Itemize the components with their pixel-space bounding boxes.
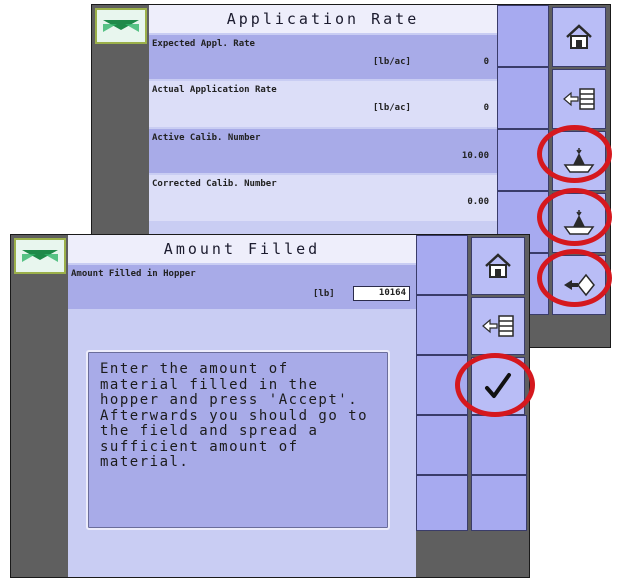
row-unit: [lb/ac] (373, 103, 411, 113)
row-value: 0 (483, 57, 489, 67)
row-unit: [lb] (313, 289, 335, 299)
actual-rate-row[interactable]: Actual Application Rate [lb/ac] 0 (149, 81, 497, 127)
empty-softkey[interactable] (471, 475, 527, 531)
back-button[interactable] (552, 69, 606, 129)
amount-filled-screen: Amount Filled Amount Filled in Hopper [l… (10, 234, 530, 578)
row-value: 0 (483, 103, 489, 113)
amount-filled-panel: Amount Filled Amount Filled in Hopper [l… (68, 235, 416, 577)
empty-softkey[interactable] (471, 415, 527, 475)
row-label: Corrected Calib. Number (152, 179, 277, 189)
highlight-circle (537, 249, 612, 307)
expected-rate-row[interactable]: Expected Appl. Rate [lb/ac] 0 (149, 35, 497, 79)
highlight-circle (537, 125, 612, 183)
back-list-icon (563, 88, 595, 110)
page-title: Amount Filled (68, 235, 416, 263)
active-calib-row[interactable]: Active Calib. Number 10.00 (149, 129, 497, 173)
home-button[interactable] (552, 7, 606, 67)
empty-softkey[interactable] (497, 5, 549, 67)
empty-softkey[interactable] (416, 235, 468, 295)
empty-softkey[interactable] (497, 67, 549, 129)
amount-filled-row[interactable]: Amount Filled in Hopper [lb] 10164 (68, 265, 416, 309)
home-button[interactable] (471, 237, 525, 295)
home-icon (485, 253, 511, 278)
back-button[interactable] (471, 297, 525, 355)
page-title: Application Rate (149, 5, 497, 33)
row-label: Active Calib. Number (152, 133, 261, 143)
row-label: Actual Application Rate (152, 85, 277, 95)
empty-softkey[interactable] (416, 475, 468, 531)
row-label: Expected Appl. Rate (152, 39, 255, 49)
amount-value-field[interactable]: 10164 (353, 286, 410, 301)
row-value: 10.00 (461, 151, 489, 161)
highlight-circle (537, 188, 612, 246)
highlight-circle (455, 353, 535, 417)
instruction-message: Enter the amount of material filled in t… (86, 350, 390, 530)
row-label: Amount Filled in Hopper (71, 269, 196, 279)
row-unit: [lb/ac] (373, 57, 411, 67)
home-icon (566, 24, 592, 49)
back-list-icon (482, 315, 514, 337)
empty-softkey[interactable] (416, 295, 468, 355)
spreader-logo-icon (14, 238, 66, 274)
row-value: 0.00 (467, 197, 489, 207)
spreader-logo-icon (95, 8, 147, 44)
corrected-calib-row[interactable]: Corrected Calib. Number 0.00 (149, 175, 497, 221)
empty-softkey[interactable] (416, 415, 468, 475)
